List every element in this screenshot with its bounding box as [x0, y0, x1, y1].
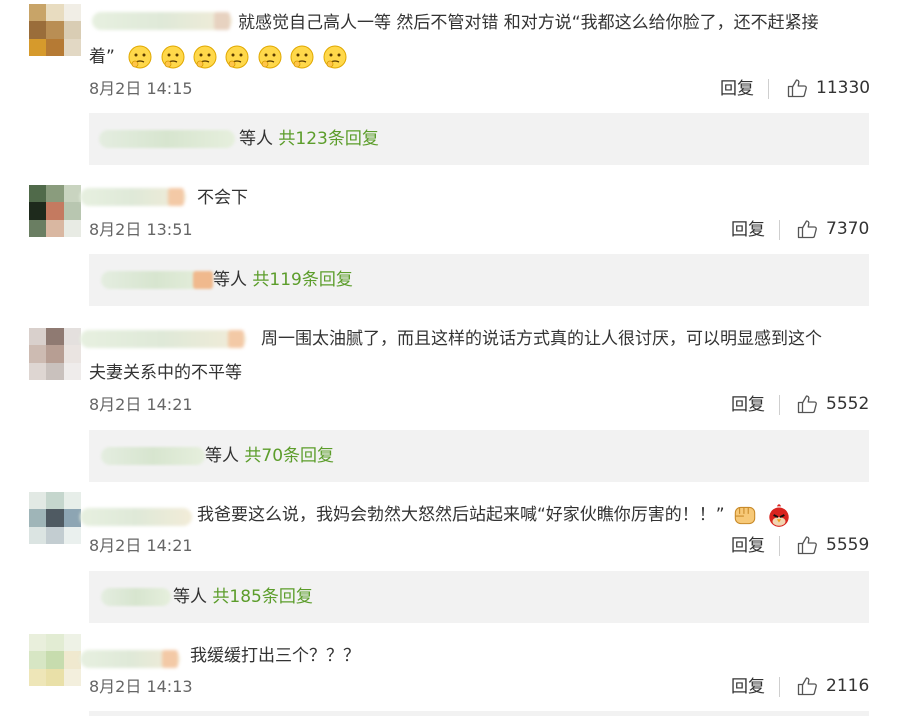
avatar[interactable] — [29, 492, 81, 544]
comment-text-line2: 着” — [89, 40, 348, 74]
like-button[interactable]: 5552 — [797, 394, 869, 414]
replies-preview[interactable] — [89, 711, 869, 716]
reply-button[interactable]: 回复 — [720, 79, 769, 99]
comment-text: 我爸要这么说，我妈会勃然大怒然后站起来喊“好家伙瞧你厉害的！！” — [197, 498, 793, 532]
avatar[interactable] — [29, 634, 81, 686]
thinking-emoji-icon — [193, 45, 217, 69]
thinking-emoji-icon — [128, 45, 152, 69]
user-name[interactable] — [80, 188, 186, 206]
replies-summary: 等人 共70条回复 — [205, 446, 335, 466]
replies-summary: 等人 共185条回复 — [173, 587, 313, 607]
like-count: 5552 — [826, 394, 870, 414]
replies-preview[interactable]: 等人 共185条回复 — [89, 571, 869, 623]
like-count: 7370 — [826, 219, 870, 239]
comment-date: 8月2日 13:51 — [89, 220, 193, 239]
comment-text: 周一围太油腻了，而且这样的说话方式真的让人很讨厌，可以明显感到这个 — [261, 329, 822, 349]
angry-bird-emoji-icon — [769, 504, 790, 527]
like-button[interactable]: 2116 — [797, 676, 869, 696]
replies-count-link[interactable]: 共123条回复 — [278, 129, 378, 149]
thumbs-up-icon — [797, 536, 817, 555]
thumbs-up-icon — [787, 79, 807, 98]
like-button[interactable]: 5559 — [797, 535, 869, 555]
user-name[interactable] — [80, 650, 180, 668]
comment-date: 8月2日 14:21 — [89, 395, 193, 414]
reply-button[interactable]: 回复 — [731, 536, 780, 556]
replies-preview[interactable]: 等人 共70条回复 — [89, 430, 869, 482]
comment-date: 8月2日 14:13 — [89, 677, 193, 696]
avatar[interactable] — [29, 328, 81, 380]
reply-users — [101, 447, 205, 465]
thumbs-up-icon — [797, 677, 817, 696]
comment-date: 8月2日 14:21 — [89, 536, 193, 555]
replies-preview[interactable]: 等人 共119条回复 — [89, 254, 869, 306]
reply-button[interactable]: 回复 — [731, 395, 780, 415]
like-count: 11330 — [816, 78, 871, 98]
comment-text-line2: 夫妻关系中的不平等 — [89, 363, 242, 383]
reply-users — [99, 130, 235, 148]
comment-date: 8月2日 14:15 — [89, 79, 193, 98]
replies-count-link[interactable]: 共119条回复 — [252, 270, 352, 290]
like-button[interactable]: 11330 — [787, 78, 870, 98]
comment-text: 就感觉自己高人一等 然后不管对错 和对方说“我都这么给你脸了，还不赶紧接 — [238, 13, 819, 33]
thinking-emoji-icon — [258, 45, 282, 69]
avatar[interactable] — [29, 185, 81, 237]
like-count: 5559 — [826, 535, 870, 555]
reply-button[interactable]: 回复 — [731, 677, 780, 697]
comment-text: 我缓缓打出三个？？？ — [190, 646, 360, 666]
reply-users — [101, 588, 171, 606]
comment-text: 不会下 — [197, 188, 248, 208]
thumbs-up-icon — [797, 220, 817, 239]
user-name[interactable] — [80, 508, 192, 526]
replies-count-link[interactable]: 共185条回复 — [212, 587, 312, 607]
reply-users — [101, 271, 213, 289]
replies-count-link[interactable]: 共70条回复 — [244, 446, 334, 466]
replies-summary: 等人 共123条回复 — [239, 129, 379, 149]
thinking-emoji-icon — [161, 45, 185, 69]
replies-preview[interactable]: 等人 共123条回复 — [89, 113, 869, 165]
reply-button[interactable]: 回复 — [731, 220, 780, 240]
like-count: 2116 — [826, 676, 870, 696]
user-name[interactable] — [80, 330, 246, 348]
fist-emoji-icon — [734, 506, 756, 525]
user-name[interactable] — [92, 12, 232, 30]
thumbs-up-icon — [797, 395, 817, 414]
replies-summary: 等人 共119条回复 — [213, 270, 353, 290]
thinking-emoji-icon — [323, 45, 347, 69]
like-button[interactable]: 7370 — [797, 219, 869, 239]
emoji-row — [126, 45, 347, 69]
thinking-emoji-icon — [290, 45, 314, 69]
thinking-emoji-icon — [225, 45, 249, 69]
avatar[interactable] — [29, 4, 81, 56]
